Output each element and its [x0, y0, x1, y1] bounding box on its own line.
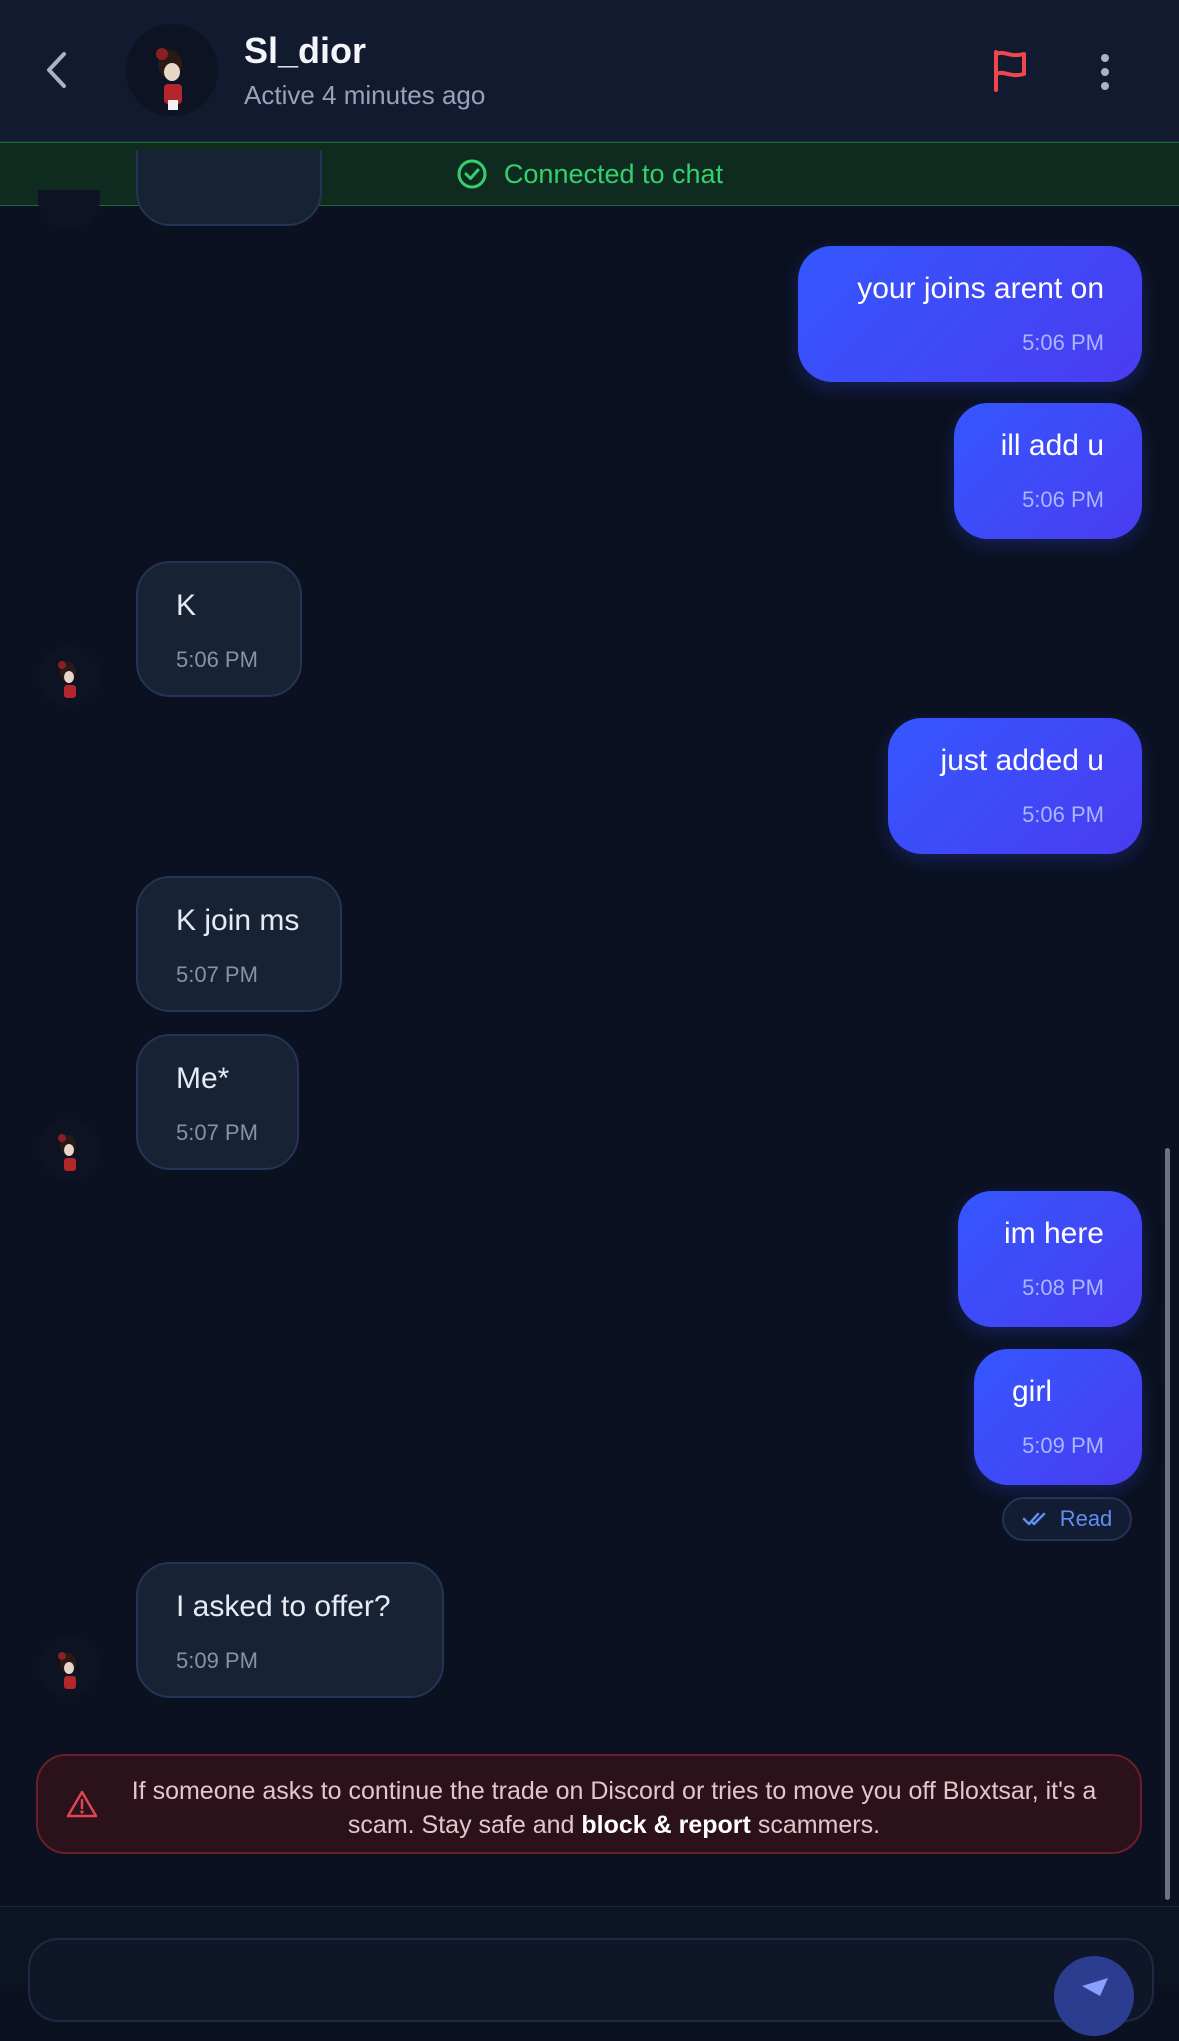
- send-icon: [1082, 1978, 1108, 1996]
- message-bubble-outgoing[interactable]: ill add u 5:06 PM: [954, 403, 1142, 539]
- message-bubble-outgoing[interactable]: im here 5:08 PM: [958, 1191, 1142, 1327]
- message-bubble-incoming[interactable]: Me* 5:07 PM: [136, 1034, 299, 1170]
- message-time: 5:08 PM: [1022, 1275, 1104, 1300]
- avatar-image: [58, 1652, 76, 1689]
- back-button[interactable]: [36, 46, 76, 94]
- message-bubble-outgoing[interactable]: just added u 5:06 PM: [888, 718, 1142, 854]
- user-avatar[interactable]: [126, 24, 218, 116]
- message-text: ill add u: [1000, 429, 1104, 462]
- sender-avatar: [38, 190, 100, 230]
- message-bubble-outgoing[interactable]: girl 5:09 PM: [974, 1349, 1142, 1485]
- avatar-image: [58, 661, 76, 698]
- message-bubble-partial: [136, 150, 322, 226]
- message-text: just added u: [940, 744, 1104, 777]
- message-text: K: [176, 589, 197, 622]
- message-time: 5:06 PM: [1022, 802, 1104, 827]
- message-input[interactable]: [28, 1938, 1154, 2022]
- double-check-icon: [1022, 1512, 1045, 1526]
- message-text: I asked to offer?: [176, 1590, 391, 1623]
- active-status: Active 4 minutes ago: [244, 80, 486, 110]
- read-receipt-text: Read: [1059, 1506, 1113, 1531]
- message-bubble-incoming[interactable]: K join ms 5:07 PM: [136, 876, 342, 1012]
- message-time: 5:06 PM: [1022, 487, 1104, 512]
- message-bubble-incoming[interactable]: K 5:06 PM: [136, 561, 302, 697]
- message-bubble-incoming[interactable]: I asked to offer? 5:09 PM: [136, 1562, 444, 1698]
- message-time: 5:09 PM: [176, 1648, 258, 1673]
- more-vertical-icon: [1101, 54, 1109, 90]
- message-time: 5:07 PM: [176, 1120, 258, 1145]
- avatar-image: [58, 1134, 76, 1171]
- flag-icon: [994, 50, 1026, 92]
- sender-avatar[interactable]: [38, 1636, 100, 1698]
- chat-scrollbar[interactable]: [1165, 1148, 1170, 1900]
- avatar-image: [126, 24, 218, 116]
- message-text: K join ms: [176, 904, 300, 937]
- message-text: im here: [1003, 1217, 1104, 1250]
- message-text: Me*: [176, 1062, 230, 1095]
- sender-avatar[interactable]: [38, 1118, 100, 1180]
- scam-warning-banner: If someone asks to continue the trade on…: [36, 1754, 1142, 1854]
- message-text: girl: [1012, 1375, 1053, 1408]
- warning-triangle-icon: [66, 1790, 98, 1818]
- message-time: 5:06 PM: [1022, 330, 1104, 355]
- back-chevron-icon: [47, 52, 66, 88]
- report-button[interactable]: [990, 48, 1030, 92]
- sender-avatar[interactable]: [38, 645, 100, 707]
- check-circle-icon: [457, 159, 487, 189]
- chat-username: Sl_dior: [244, 30, 367, 71]
- message-time: 5:06 PM: [176, 647, 258, 672]
- send-button[interactable]: [1054, 1956, 1134, 2036]
- message-bubble-outgoing[interactable]: your joins arent on 5:06 PM: [798, 246, 1142, 382]
- warning-text: If someone asks to continue the trade on…: [128, 1774, 1100, 1842]
- warning-text-bold: block & report: [581, 1811, 751, 1839]
- message-time: 5:09 PM: [1022, 1433, 1104, 1458]
- more-options-button[interactable]: [1090, 52, 1120, 92]
- connection-status-text: Connected to chat: [503, 158, 724, 189]
- warning-text-end: scammers.: [757, 1811, 881, 1839]
- chat-header: Sl_dior Active 4 minutes ago: [0, 0, 1179, 142]
- read-receipt-badge: Read: [1002, 1497, 1132, 1541]
- message-text: your joins arent on: [857, 272, 1104, 305]
- message-time: 5:07 PM: [176, 962, 258, 987]
